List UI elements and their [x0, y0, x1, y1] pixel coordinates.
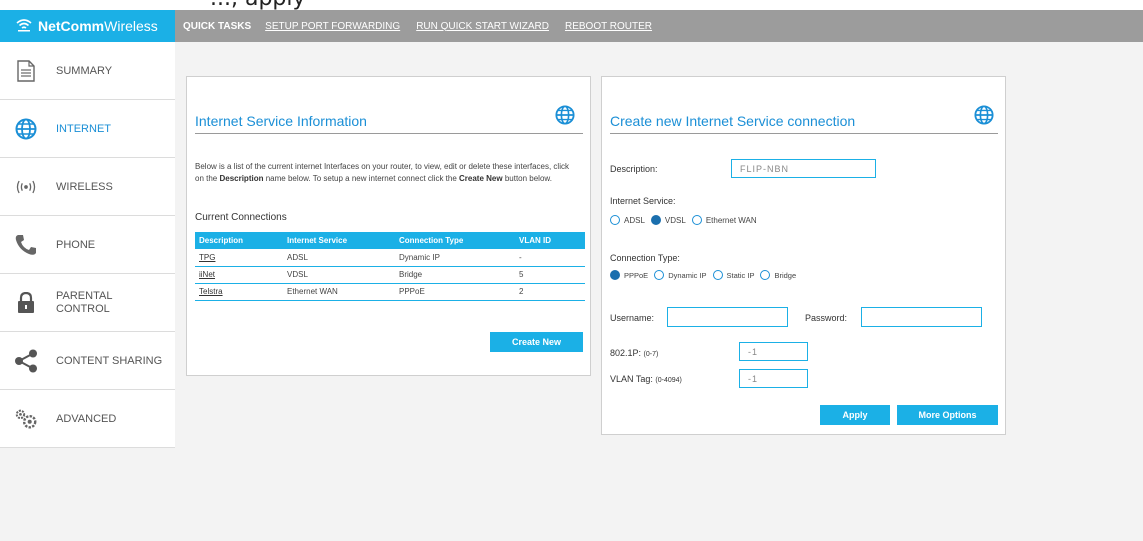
connection-type-radio-group: PPPoE Dynamic IP Static IP Bridge	[610, 270, 802, 280]
radio-ethernet-wan[interactable]: Ethernet WAN	[691, 215, 757, 225]
table-cell: Bridge	[395, 266, 515, 284]
partial-header-text: ..., apply	[0, 0, 1143, 10]
sidebar-item-label: INTERNET	[56, 122, 111, 135]
radio-circle	[691, 215, 702, 225]
document-icon	[14, 59, 38, 83]
password-input[interactable]	[861, 307, 982, 327]
8021p-label: 802.1P: (0-7)	[610, 348, 659, 358]
radio-circle	[610, 215, 620, 225]
radio-circle	[654, 270, 665, 280]
column-header: Connection Type	[395, 232, 515, 249]
reboot-router-link[interactable]: REBOOT ROUTER	[565, 21, 652, 32]
internet-service-info-panel: Internet Service Information Below is a …	[186, 76, 591, 376]
sidebar-item-phone[interactable]: PHONE	[0, 216, 175, 274]
connection-link-iinet[interactable]: iiNet	[199, 270, 215, 279]
wireless-icon	[14, 175, 38, 199]
globe-icon	[974, 105, 994, 125]
column-header: Internet Service	[283, 232, 395, 249]
connections-table: Description Internet Service Connection …	[195, 232, 585, 301]
current-connections-heading: Current Connections	[195, 212, 287, 223]
setup-port-forwarding-link[interactable]: SETUP PORT FORWARDING	[265, 21, 400, 32]
divider	[195, 133, 583, 134]
sidebar-item-label: PHONE	[56, 238, 96, 251]
radio-static-ip[interactable]: Static IP	[712, 270, 754, 280]
connection-type-label: Connection Type:	[610, 253, 680, 263]
top-navigation: QUICK TASKS SETUP PORT FORWARDING RUN QU…	[175, 10, 1143, 42]
radio-bridge[interactable]: Bridge	[760, 270, 796, 280]
sidebar: SUMMARY INTERNET WIRELESS PHONE PARENTAL…	[0, 42, 175, 448]
table-cell: Dynamic IP	[395, 249, 515, 267]
table-cell: VDSL	[283, 266, 395, 284]
create-internet-service-panel: Create new Internet Service connection D…	[601, 76, 1006, 435]
password-label: Password:	[805, 313, 848, 323]
connection-link-tpg[interactable]: TPG	[199, 253, 215, 262]
table-header-row: Description Internet Service Connection …	[195, 232, 585, 249]
table-cell: ADSL	[283, 249, 395, 267]
gears-icon	[14, 407, 38, 431]
run-quick-start-wizard-link[interactable]: RUN QUICK START WIZARD	[416, 21, 549, 32]
brand-name-bold: NetComm	[38, 18, 105, 34]
table-cell: PPPoE	[395, 283, 515, 301]
table-cell: 2	[515, 283, 585, 301]
sidebar-item-label: WIRELESS	[56, 180, 113, 193]
sidebar-item-wireless[interactable]: WIRELESS	[0, 158, 175, 216]
quick-tasks-label: QUICK TASKS	[183, 20, 252, 32]
radio-circle-selected	[610, 270, 620, 280]
radio-circle-selected	[650, 215, 661, 225]
radio-circle	[760, 270, 771, 280]
apply-button[interactable]: Apply	[820, 405, 890, 425]
sidebar-item-internet[interactable]: INTERNET	[0, 100, 175, 158]
sidebar-item-parental-control[interactable]: PARENTAL CONTROL	[0, 274, 175, 332]
intro-text: Below is a list of the current internet …	[195, 162, 569, 183]
divider	[610, 133, 998, 134]
wifi-logo-icon	[16, 18, 32, 35]
vlan-tag-label: VLAN Tag: (0-4094)	[610, 374, 682, 384]
radio-vdsl[interactable]: VDSL	[650, 215, 686, 225]
table-cell: -	[515, 249, 585, 267]
connection-link-telstra[interactable]: Telstra	[199, 287, 223, 296]
netcomm-logo[interactable]: NetComm Wireless	[0, 10, 175, 42]
sidebar-item-summary[interactable]: SUMMARY	[0, 42, 175, 100]
radio-dynamic-ip[interactable]: Dynamic IP	[654, 270, 707, 280]
description-input[interactable]: FLIP-NBN	[731, 159, 876, 178]
sidebar-item-label: SUMMARY	[56, 64, 113, 77]
globe-icon	[14, 117, 38, 141]
internet-service-radio-group: ADSL VDSL Ethernet WAN	[610, 215, 763, 225]
more-options-button[interactable]: More Options	[897, 405, 998, 425]
table-cell: Ethernet WAN	[283, 283, 395, 301]
lock-icon	[14, 291, 38, 315]
create-new-button[interactable]: Create New	[490, 332, 583, 352]
panel-title: Internet Service Information	[195, 113, 367, 129]
table-row: iiNet VDSL Bridge 5	[195, 266, 585, 284]
table-row: TPG ADSL Dynamic IP -	[195, 249, 585, 267]
panel-title: Create new Internet Service connection	[610, 113, 856, 129]
share-icon	[14, 349, 38, 373]
brand-name-rest: Wireless	[104, 18, 158, 34]
sidebar-item-label: ADVANCED	[56, 412, 117, 425]
sidebar-item-content-sharing[interactable]: CONTENT SHARING	[0, 332, 175, 390]
sidebar-item-label: PARENTAL CONTROL	[56, 289, 113, 315]
table-cell: 5	[515, 266, 585, 284]
radio-circle	[712, 270, 723, 280]
vlan-tag-input[interactable]: -1	[739, 369, 808, 388]
column-header: VLAN ID	[515, 232, 585, 249]
description-label: Description:	[610, 164, 658, 174]
phone-icon	[14, 233, 38, 257]
radio-pppoe[interactable]: PPPoE	[610, 270, 648, 280]
8021p-input[interactable]: -1	[739, 342, 808, 361]
internet-service-label: Internet Service:	[610, 196, 676, 206]
column-header: Description	[195, 232, 283, 249]
username-input[interactable]	[667, 307, 788, 327]
sidebar-item-advanced[interactable]: ADVANCED	[0, 390, 175, 448]
globe-icon	[555, 105, 575, 125]
radio-adsl[interactable]: ADSL	[610, 215, 645, 225]
table-row: Telstra Ethernet WAN PPPoE 2	[195, 283, 585, 301]
sidebar-item-label: CONTENT SHARING	[56, 354, 163, 367]
username-label: Username:	[610, 313, 655, 323]
